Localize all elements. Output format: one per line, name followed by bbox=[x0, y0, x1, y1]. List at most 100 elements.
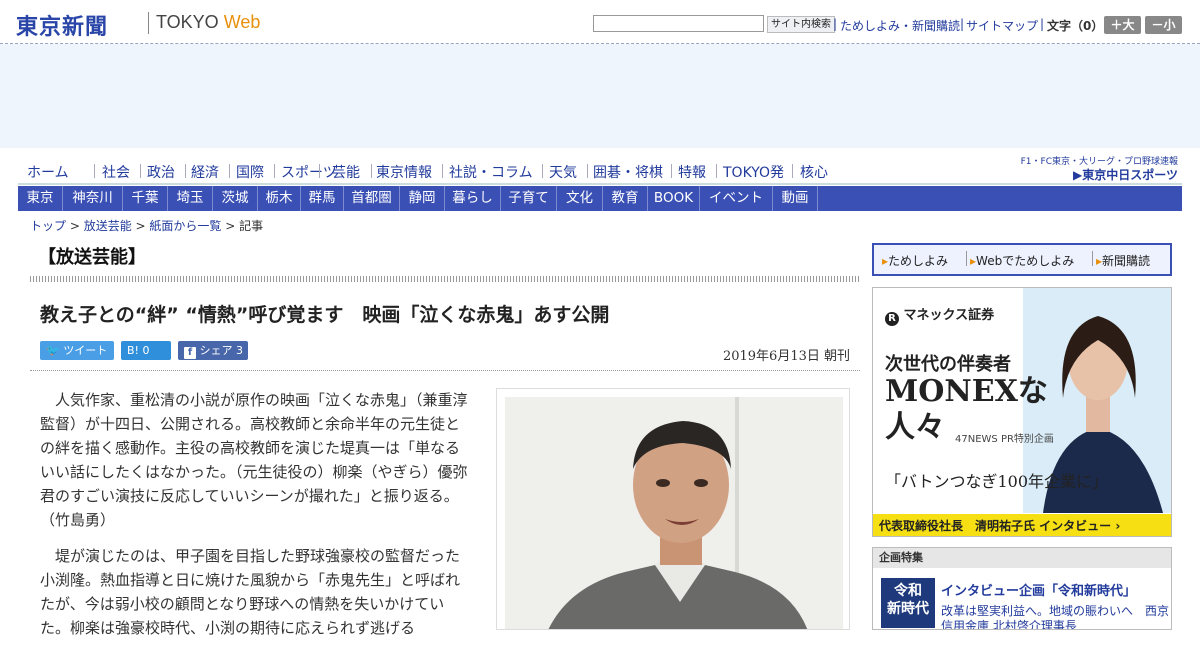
nav-weather[interactable]: 天気 bbox=[549, 162, 577, 182]
nav-kakushin[interactable]: 核心 bbox=[800, 162, 828, 182]
breadcrumb-top[interactable]: トップ bbox=[30, 219, 66, 233]
site-header: 東京新聞 TOKYO Web サイト内検索 | ためしよみ・新聞購読 | サイト… bbox=[0, 0, 1200, 44]
font-size-label: 文字（0） bbox=[1047, 19, 1104, 33]
header-link-separator-2: | bbox=[960, 17, 965, 31]
region-shizuoka[interactable]: 静岡 bbox=[400, 186, 444, 211]
nav-society[interactable]: 社会 bbox=[102, 162, 130, 182]
nav-entertainment[interactable]: 芸能 bbox=[332, 162, 360, 182]
chunichi-sports-brand: ▶東京中日スポーツ bbox=[1073, 168, 1178, 182]
facebook-share-label: シェア 3 bbox=[199, 344, 244, 357]
nav-sep bbox=[716, 164, 717, 178]
nav-economy[interactable]: 経済 bbox=[191, 162, 219, 182]
chunichi-sports-link[interactable]: F1・FC東京・大リーグ・プロ野球速報 ▶東京中日スポーツ bbox=[1021, 154, 1180, 182]
reiwa-thumbnail[interactable]: 令和 新時代 bbox=[881, 578, 935, 628]
region-bunka[interactable]: 文化 bbox=[557, 186, 602, 211]
region-kurashi[interactable]: 暮らし bbox=[445, 186, 500, 211]
breadcrumb-sep: > bbox=[221, 219, 240, 233]
font-larger-button[interactable]: ＋大 bbox=[1104, 16, 1141, 34]
promo-sep bbox=[966, 251, 967, 266]
region-event[interactable]: イベント bbox=[700, 186, 772, 211]
monex-subtitle: 「バトンつなぎ100年企業に」 bbox=[885, 472, 1109, 491]
nav-sep bbox=[185, 164, 186, 178]
tweet-button[interactable]: 🐦 ツイート bbox=[40, 341, 114, 360]
reiwa-thumb-line1: 令和 bbox=[894, 583, 922, 599]
breadcrumb-sep: > bbox=[66, 219, 84, 233]
region-gunma[interactable]: 群馬 bbox=[301, 186, 343, 211]
region-tokyo[interactable]: 東京 bbox=[18, 186, 62, 211]
nav-sep bbox=[140, 164, 141, 178]
region-book[interactable]: BOOK bbox=[648, 186, 699, 211]
nav-tokyo-info[interactable]: 東京情報 bbox=[376, 162, 432, 182]
breadcrumb-section[interactable]: 放送芸能 bbox=[84, 219, 132, 233]
site-search-input[interactable] bbox=[593, 15, 764, 32]
nav-sep bbox=[442, 164, 443, 178]
nav-international[interactable]: 国際 bbox=[236, 162, 264, 182]
breadcrumb: トップ > 放送芸能 > 紙面から一覧 > 記事 bbox=[30, 217, 263, 234]
sitemap-link[interactable]: サイトマップ bbox=[966, 17, 1038, 34]
tweet-label: ツイート bbox=[63, 344, 108, 357]
logo-web-text: Web bbox=[223, 12, 261, 32]
actor-portrait-image bbox=[505, 397, 843, 629]
nav-tokyo-hatsu[interactable]: TOKYO発 bbox=[723, 162, 784, 182]
breadcrumb-sep: > bbox=[131, 219, 150, 233]
facebook-share-button[interactable]: f シェア 3 bbox=[178, 341, 248, 360]
region-kyoiku[interactable]: 教育 bbox=[603, 186, 647, 211]
section-title: 【放送芸能】 bbox=[38, 247, 146, 268]
reiwa-feature-link[interactable]: インタビュー企画「令和新時代」 bbox=[941, 580, 1136, 599]
nav-politics[interactable]: 政治 bbox=[147, 162, 175, 182]
logo-divider bbox=[148, 12, 149, 34]
trial-subscribe-link[interactable]: ためしよみ・新聞購読 bbox=[840, 17, 960, 34]
article-paragraph: 人気作家、重松清の小説が原作の映画「泣くな赤鬼」（兼重淳監督）が十四日、公開され… bbox=[40, 391, 468, 529]
region-tochigi[interactable]: 栃木 bbox=[258, 186, 300, 211]
region-kanagawa[interactable]: 神奈川 bbox=[63, 186, 122, 211]
nav-sep bbox=[671, 164, 672, 178]
monex-interview-link[interactable]: 代表取締役社長 清明祐子氏 インタビュー › bbox=[873, 514, 1171, 536]
article-paragraph: 堤が演じたのは、甲子園を目指した野球強豪校の監督だった小渕隆。熱血指導と日に焼け… bbox=[40, 547, 461, 637]
reiwa-feature-desc[interactable]: 改革は堅実利益へ。地域の賑わいへ 西京信用金庫 北村啓介理事長 bbox=[941, 604, 1169, 629]
region-chiba[interactable]: 千葉 bbox=[123, 186, 167, 211]
monex-ad[interactable]: R マネックス証券 次世代の伴奏者 MONEXな 人々 47NEWS PR特別企画… bbox=[872, 287, 1172, 537]
special-feature-box: 企画特集 令和 新時代 インタビュー企画「令和新時代」 改革は堅実利益へ。地域の賑… bbox=[872, 547, 1172, 630]
subscription-promo-bar: ▸ためしよみ ▸Webでためしよみ ▸新聞購読 bbox=[872, 243, 1172, 276]
subscribe-label: 新聞購読 bbox=[1102, 254, 1151, 268]
nav-sep bbox=[587, 164, 588, 178]
region-shutoken[interactable]: 首都圏 bbox=[344, 186, 399, 211]
nav-sep bbox=[371, 164, 372, 178]
article-photo[interactable] bbox=[496, 388, 850, 630]
trial-read-link[interactable]: ▸ためしよみ bbox=[882, 252, 948, 269]
nav-editorial[interactable]: 社説・コラム bbox=[449, 162, 533, 182]
twitter-bird-icon: 🐦 bbox=[46, 344, 60, 357]
nav-home[interactable]: ホーム bbox=[27, 162, 69, 182]
region-video[interactable]: 動画 bbox=[773, 186, 817, 211]
section-divider bbox=[30, 276, 860, 282]
region-nav: 東京 神奈川 千葉 埼玉 茨城 栃木 群馬 首都圏 静岡 暮らし 子育て 文化 … bbox=[18, 186, 1182, 211]
logo-tokyo-web[interactable]: TOKYO Web bbox=[156, 12, 260, 33]
special-feature-heading: 企画特集 bbox=[873, 548, 1171, 568]
logo-tokyo-shimbun[interactable]: 東京新聞 bbox=[16, 9, 108, 41]
trial-read-label: ためしよみ bbox=[888, 254, 949, 268]
breadcrumb-list[interactable]: 紙面から一覧 bbox=[149, 219, 221, 233]
ad-banner-area bbox=[0, 44, 1200, 148]
nav-tokuho[interactable]: 特報 bbox=[678, 162, 706, 182]
nav-sep bbox=[94, 164, 95, 178]
logo-tokyo-text: TOKYO bbox=[156, 12, 219, 32]
monex-logo: R マネックス証券 bbox=[885, 304, 994, 326]
nav-divider bbox=[18, 183, 1182, 185]
nav-igo-shogi[interactable]: 囲碁・将棋 bbox=[593, 162, 663, 182]
monex-tagline: 次世代の伴奏者 bbox=[885, 354, 1011, 375]
nav-sports[interactable]: スポーツ bbox=[281, 162, 337, 182]
article-body: 人気作家、重松清の小説が原作の映画「泣くな赤鬼」（兼重淳監督）が十四日、公開され… bbox=[40, 388, 472, 652]
region-saitama[interactable]: 埼玉 bbox=[168, 186, 212, 211]
subscribe-link[interactable]: ▸新聞購読 bbox=[1096, 252, 1150, 269]
article-date: 2019年6月13日 朝刊 bbox=[722, 349, 850, 364]
font-smaller-button[interactable]: －小 bbox=[1145, 16, 1182, 34]
site-search-button[interactable]: サイト内検索 bbox=[767, 16, 835, 33]
region-ibaraki[interactable]: 茨城 bbox=[213, 186, 257, 211]
region-kosodate[interactable]: 子育て bbox=[501, 186, 556, 211]
monex-47news-label: 47NEWS PR特別企画 bbox=[955, 434, 1054, 445]
facebook-icon: f bbox=[184, 347, 196, 359]
article-rule bbox=[30, 370, 860, 371]
web-trial-link[interactable]: ▸Webでためしよみ bbox=[970, 252, 1074, 269]
monex-r-icon: R bbox=[885, 312, 899, 326]
hatena-bookmark-button[interactable]: B! 0 bbox=[121, 341, 171, 360]
